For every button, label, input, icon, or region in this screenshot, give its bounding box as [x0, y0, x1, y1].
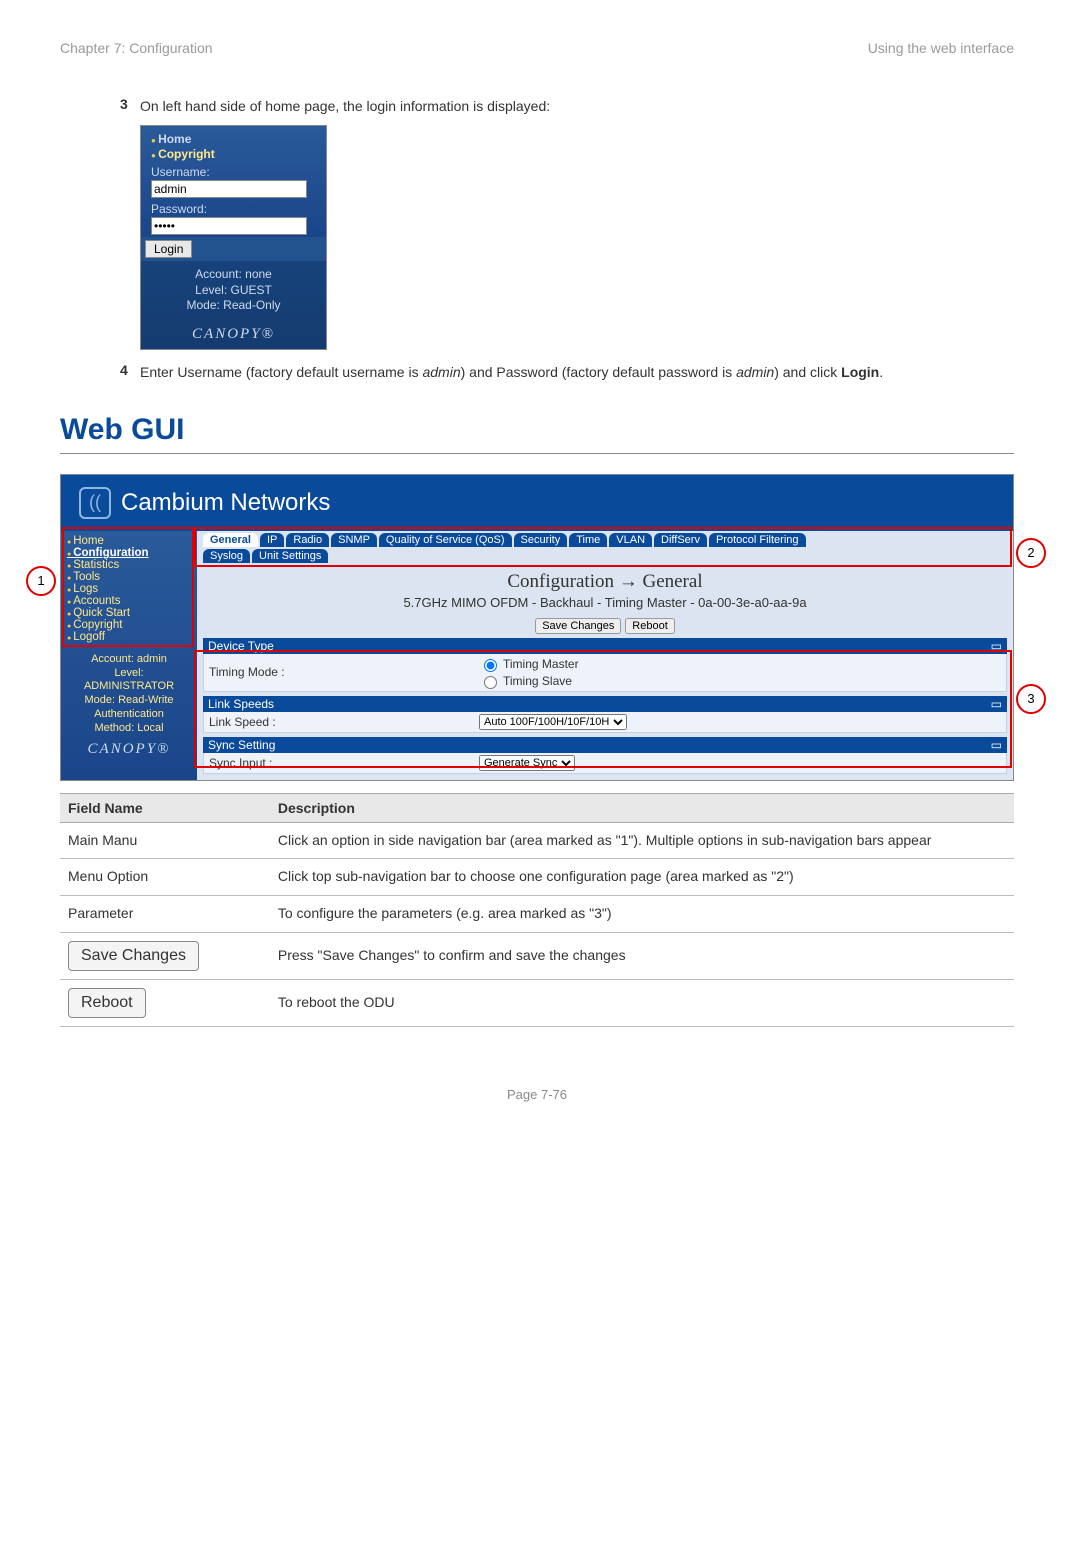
callout-1: 1	[26, 566, 56, 596]
cell-parameter: Parameter	[60, 895, 270, 932]
cell-menu-option-desc: Click top sub-navigation bar to choose o…	[270, 859, 1014, 896]
side-canopy-logo: CANOPY®	[65, 735, 193, 764]
side-acc-5: Method: Local	[65, 722, 193, 736]
cell-save-changes: Save Changes	[60, 932, 270, 979]
canopy-logo: CANOPY®	[141, 316, 326, 349]
section-heading-web-gui: Web GUI	[60, 413, 1014, 447]
brand-name: Cambium Networks	[121, 489, 330, 517]
side-acc-2: ADMINISTRATOR	[65, 680, 193, 694]
username-input[interactable]	[151, 180, 307, 198]
password-input[interactable]	[151, 217, 307, 235]
page-title: Configuration → General	[203, 571, 1007, 593]
account-line-2: Level: GUEST	[141, 283, 326, 299]
account-line-3: Mode: Read-Only	[141, 298, 326, 314]
cell-reboot-desc: To reboot the ODU	[270, 979, 1014, 1026]
username-label: Username:	[151, 165, 320, 179]
login-link-copyright[interactable]: Copyright	[151, 147, 320, 161]
page-subtitle: 5.7GHz MIMO OFDM - Backhaul - Timing Mas…	[203, 595, 1007, 610]
cell-main-menu-desc: Click an option in side navigation bar (…	[270, 822, 1014, 859]
page-header-left: Chapter 7: Configuration	[60, 40, 213, 56]
step-4-number: 4	[120, 362, 140, 383]
side-acc-3: Mode: Read-Write	[65, 694, 193, 708]
callout-3: 3	[1016, 684, 1046, 714]
login-link-home[interactable]: Home	[151, 132, 320, 146]
account-line-1: Account: none	[141, 267, 326, 283]
side-acc-4: Authentication	[65, 708, 193, 722]
cell-menu-option: Menu Option	[60, 859, 270, 896]
page-header-right: Using the web interface	[868, 40, 1014, 56]
page-footer: Page 7-76	[60, 1087, 1014, 1102]
step-4-text: Enter Username (factory default username…	[140, 362, 883, 383]
cell-save-changes-desc: Press "Save Changes" to confirm and save…	[270, 932, 1014, 979]
cambium-logo-icon: ((	[79, 487, 111, 519]
password-label: Password:	[151, 202, 320, 216]
step-3-number: 3	[120, 96, 140, 117]
login-button[interactable]: Login	[145, 240, 192, 258]
step-3-text: On left hand side of home page, the logi…	[140, 96, 550, 117]
th-description: Description	[270, 793, 1014, 822]
side-acc-1: Level:	[65, 667, 193, 681]
callout-2: 2	[1016, 538, 1046, 568]
cell-main-menu: Main Manu	[60, 822, 270, 859]
field-description-table: Field Name Description Main Manu Click a…	[60, 793, 1014, 1028]
reboot-button[interactable]: Reboot	[625, 618, 674, 634]
login-panel: Home Copyright Username: Password: Login…	[140, 125, 327, 350]
save-changes-button[interactable]: Save Changes	[535, 618, 621, 634]
cell-parameter-desc: To configure the parameters (e.g. area m…	[270, 895, 1014, 932]
cell-reboot: Reboot	[60, 979, 270, 1026]
th-field-name: Field Name	[60, 793, 270, 822]
side-acc-0: Account: admin	[65, 653, 193, 667]
